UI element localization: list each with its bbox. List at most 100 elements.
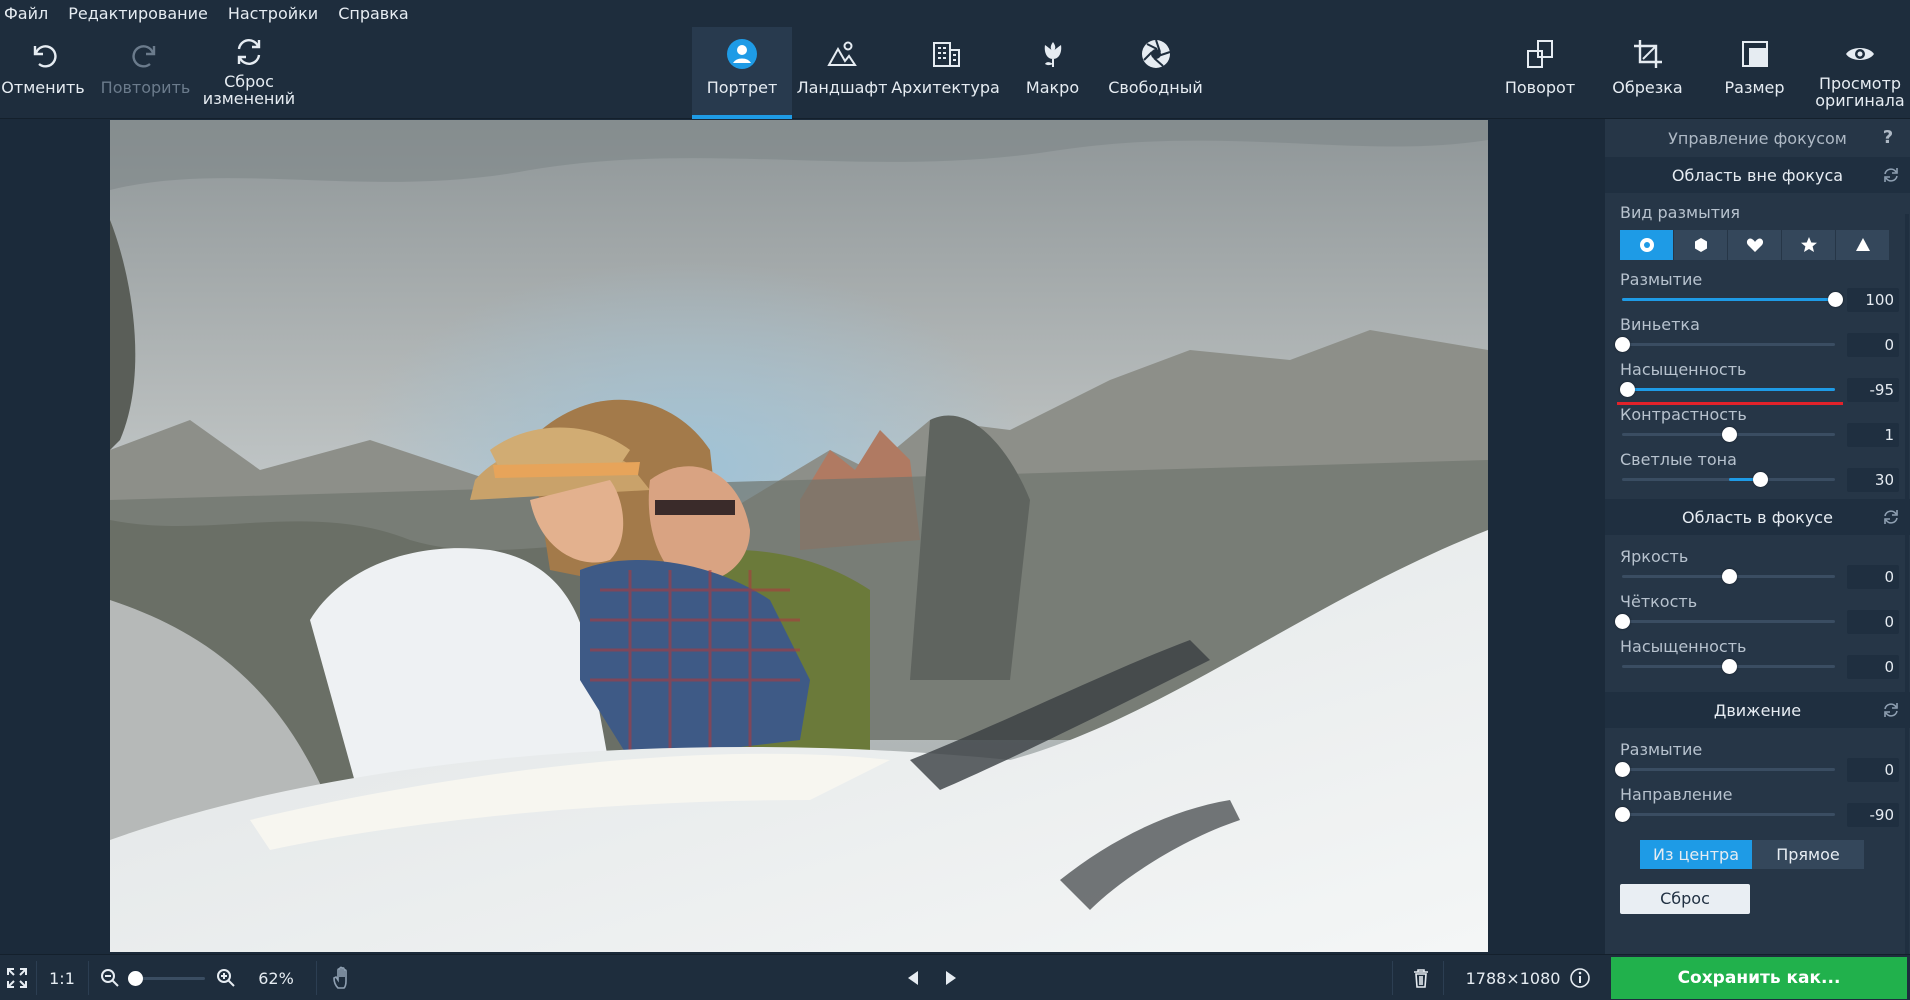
blur-type-triangle[interactable]: [1836, 230, 1890, 260]
slider-value[interactable]: 0: [1847, 565, 1899, 589]
section-reset-icon[interactable]: [1882, 166, 1900, 184]
previous-image-button[interactable]: [900, 955, 926, 1000]
zoom-out-button[interactable]: [96, 955, 124, 1000]
section-title: Область вне фокуса: [1671, 165, 1844, 185]
out-of-focus-sliders: Размытие 100 Виньетка 0 Насыщенность -95 Контр…: [1605, 268, 1910, 493]
section-in-focus[interactable]: Область в фокусе: [1605, 499, 1910, 535]
slider-knob[interactable]: [1615, 337, 1630, 352]
slider-value[interactable]: 30: [1847, 468, 1899, 492]
section-motion[interactable]: Движение: [1605, 692, 1910, 728]
toolbar: Отменить Повторить Сброс изменений Портр…: [0, 27, 1910, 119]
info-icon: [1570, 968, 1590, 988]
slider-row: Размытие 0: [1605, 738, 1910, 783]
hand-icon: [333, 966, 347, 989]
section-reset-icon[interactable]: [1882, 701, 1900, 719]
mode-landscape[interactable]: Ландшафт: [797, 27, 887, 119]
blur-type-heart[interactable]: [1728, 230, 1782, 260]
slider-track[interactable]: [1622, 659, 1835, 674]
menu-help[interactable]: Справка: [338, 4, 409, 23]
slider-label: Насыщенность: [1620, 637, 1747, 656]
eye-icon: [1846, 48, 1874, 60]
rotate-label: Поворот: [1504, 78, 1576, 97]
mode-architecture[interactable]: Архитектура: [891, 27, 1000, 119]
menu-file[interactable]: Файл: [4, 4, 48, 23]
rotate-button[interactable]: Поворот: [1495, 27, 1585, 119]
slider-value[interactable]: -90: [1847, 803, 1899, 827]
fit-screen-button[interactable]: [0, 955, 34, 1000]
slider-track[interactable]: [1622, 569, 1835, 584]
slider-value[interactable]: 1: [1847, 423, 1899, 447]
menu-settings[interactable]: Настройки: [228, 4, 318, 23]
slider-value[interactable]: 0: [1847, 333, 1899, 357]
resize-icon: [1741, 41, 1768, 67]
slider-track[interactable]: [1622, 427, 1835, 442]
photo-canvas[interactable]: [110, 120, 1488, 952]
mode-straight-button[interactable]: Прямое: [1752, 840, 1864, 869]
undo-button[interactable]: Отменить: [0, 27, 86, 119]
slider-track[interactable]: [1615, 807, 1835, 822]
slider-value[interactable]: 0: [1847, 758, 1899, 782]
mode-macro-label: Макро: [1025, 78, 1080, 97]
zoom-slider-knob[interactable]: [128, 971, 143, 986]
next-image-button[interactable]: [938, 955, 964, 1000]
slider-value[interactable]: 100: [1847, 288, 1899, 312]
section-out-of-focus[interactable]: Область вне фокуса: [1605, 157, 1910, 193]
slider-track[interactable]: [1615, 762, 1835, 777]
slider-fill: [1622, 298, 1835, 301]
slider-knob[interactable]: [1722, 659, 1737, 674]
slider-label: Светлые тона: [1620, 450, 1737, 469]
slider-track[interactable]: [1620, 382, 1835, 397]
mode-free[interactable]: Свободный: [1103, 27, 1208, 119]
slider-knob[interactable]: [1722, 569, 1737, 584]
section-reset-icon[interactable]: [1882, 508, 1900, 526]
in-focus-sliders: Яркость 0 Чёткость 0 Насыщенность 0: [1605, 545, 1910, 680]
focus-panel: Управление фокусом ? Область вне фокуса …: [1605, 119, 1910, 954]
slider-knob[interactable]: [1828, 292, 1843, 307]
mode-portrait[interactable]: Портрет: [692, 27, 792, 119]
reset-changes-button[interactable]: Сброс изменений: [200, 27, 298, 119]
panel-scrollbar[interactable]: [1905, 214, 1909, 954]
triangle-icon: [1855, 238, 1870, 251]
preview-original-button[interactable]: Просмотр оригинала: [1810, 27, 1910, 119]
slider-track[interactable]: [1622, 292, 1843, 307]
mode-macro[interactable]: Макро: [1010, 27, 1095, 119]
undo-icon: [33, 45, 57, 68]
slider-fill: [1627, 388, 1835, 391]
reset-button[interactable]: Сброс: [1620, 884, 1750, 914]
slider-knob[interactable]: [1620, 382, 1635, 397]
delete-button[interactable]: [1407, 955, 1435, 1000]
redo-button[interactable]: Повторить: [98, 27, 193, 119]
crop-button[interactable]: Обрезка: [1605, 27, 1690, 119]
blur-type-circle[interactable]: [1620, 230, 1674, 260]
actual-size-button[interactable]: 1:1: [40, 955, 84, 1000]
blur-type-hexagon[interactable]: [1674, 230, 1728, 260]
zoom-percent: 62%: [258, 968, 294, 988]
slider-value[interactable]: 0: [1847, 610, 1899, 634]
hexagon-icon: [1694, 238, 1707, 252]
slider-knob[interactable]: [1753, 472, 1768, 487]
slider-value[interactable]: 0: [1847, 655, 1899, 679]
info-button[interactable]: [1567, 955, 1593, 1000]
panel-header: Управление фокусом ?: [1605, 119, 1910, 157]
pan-tool-button[interactable]: [328, 955, 358, 1000]
save-as-button[interactable]: Сохранить как...: [1611, 957, 1907, 999]
slider-label: Яркость: [1620, 547, 1689, 566]
slider-track[interactable]: [1615, 337, 1835, 352]
mode-from-center-button[interactable]: Из центра: [1640, 840, 1752, 869]
divider: [1392, 961, 1393, 995]
slider-knob[interactable]: [1722, 427, 1737, 442]
blur-type-star[interactable]: [1782, 230, 1836, 260]
slider-knob[interactable]: [1615, 762, 1630, 777]
resize-button[interactable]: Размер: [1712, 27, 1797, 119]
slider-value[interactable]: -95: [1847, 378, 1899, 402]
slider-track[interactable]: [1615, 614, 1835, 629]
zoom-slider[interactable]: [128, 971, 205, 986]
landscape-icon: [827, 41, 857, 66]
help-icon[interactable]: ?: [1878, 127, 1898, 148]
zoom-in-button[interactable]: [212, 955, 240, 1000]
slider-knob[interactable]: [1615, 614, 1630, 629]
slider-knob[interactable]: [1615, 807, 1630, 822]
slider-track[interactable]: [1622, 472, 1835, 487]
menu-edit[interactable]: Редактирование: [68, 4, 208, 23]
canvas-area[interactable]: [0, 119, 1605, 954]
